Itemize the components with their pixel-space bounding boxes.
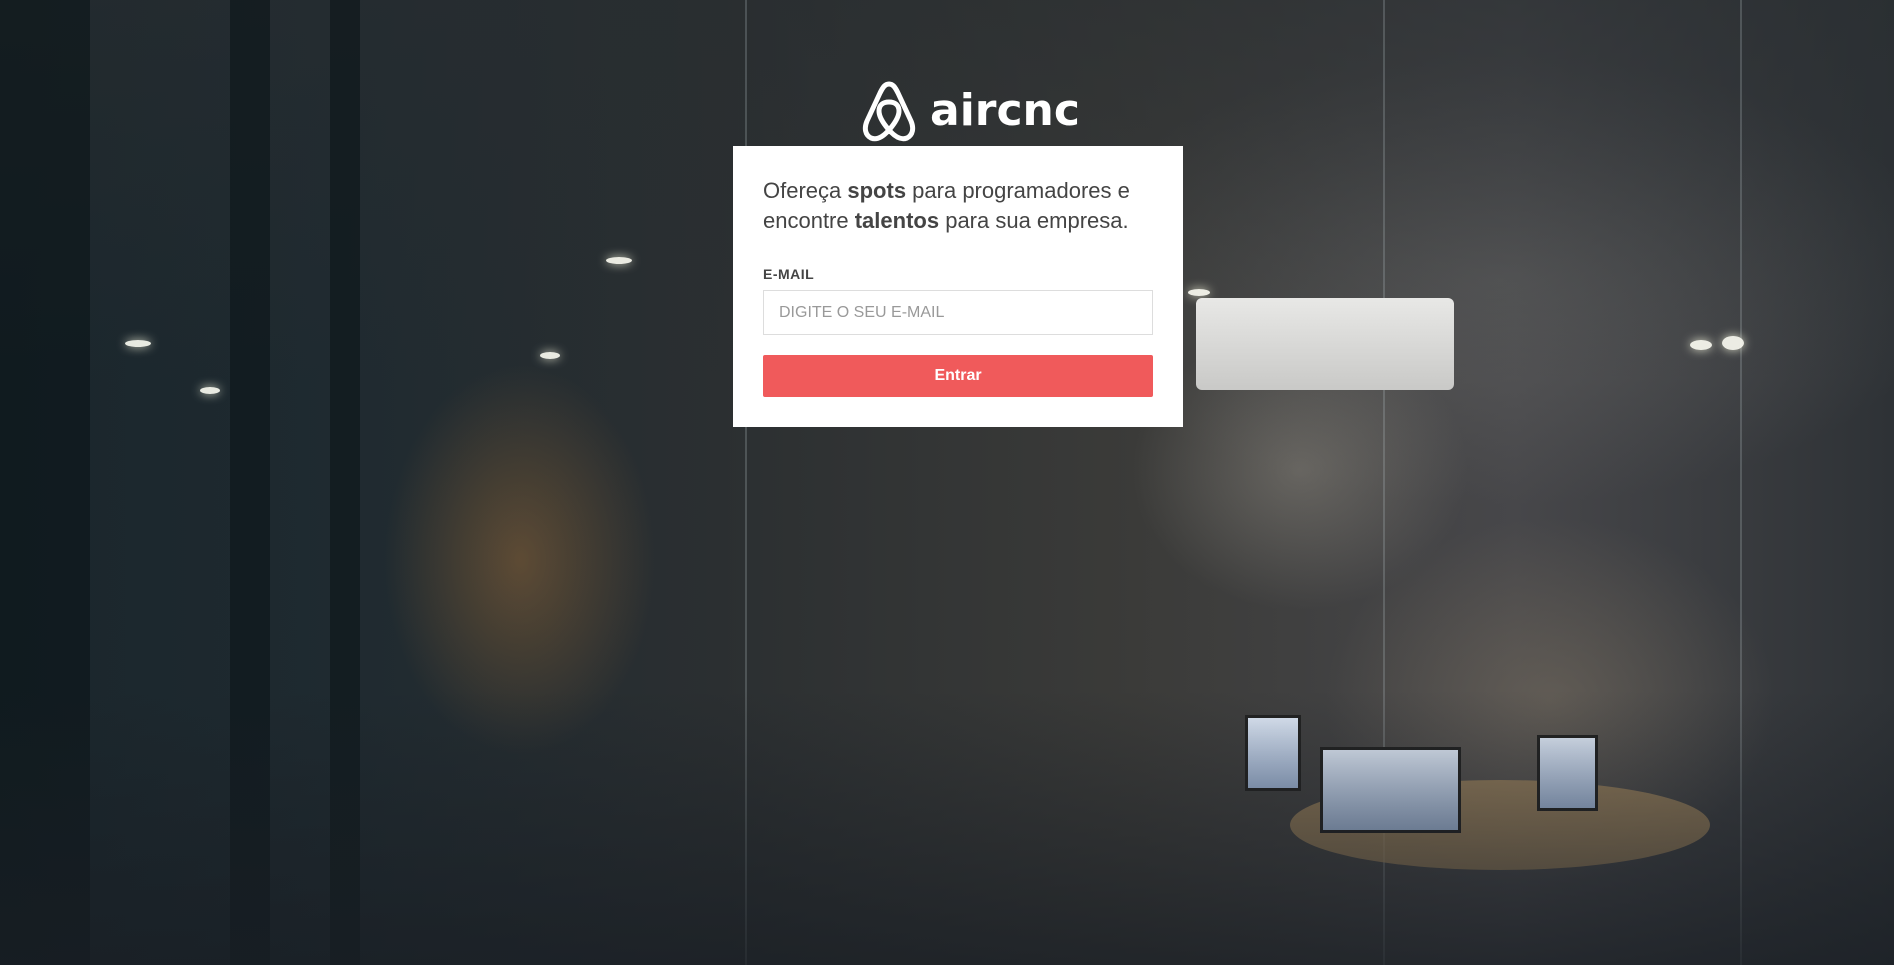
ceiling-light	[1188, 289, 1210, 296]
login-form: E-MAIL Entrar	[763, 266, 1153, 397]
ceiling-light	[1690, 340, 1712, 350]
headline-bold-spots: spots	[847, 178, 907, 203]
login-card: Ofereça spots para programadores e encon…	[733, 146, 1183, 427]
ceiling-light	[1722, 336, 1744, 350]
brand-logo: aircnc	[858, 78, 1080, 144]
login-page: aircnc Ofereça spots para programadores …	[0, 0, 1894, 965]
ceiling-light	[200, 387, 220, 394]
submit-button[interactable]: Entrar	[763, 355, 1153, 397]
headline-suffix: para sua empresa.	[939, 208, 1129, 233]
brand-name: aircnc	[930, 85, 1080, 136]
headline-bold-talentos: talentos	[854, 208, 940, 233]
ceiling-light	[125, 340, 151, 347]
air-conditioner	[1196, 298, 1454, 390]
airbnb-belo-icon	[862, 81, 916, 142]
ceiling-light	[606, 257, 632, 264]
background-photo	[0, 0, 1894, 965]
email-input[interactable]	[763, 290, 1153, 335]
card-headline: Ofereça spots para programadores e encon…	[763, 176, 1153, 236]
ceiling-light	[540, 352, 560, 359]
headline-prefix: Ofereça	[763, 178, 848, 203]
email-label: E-MAIL	[763, 266, 815, 282]
background-floor	[0, 690, 1894, 965]
